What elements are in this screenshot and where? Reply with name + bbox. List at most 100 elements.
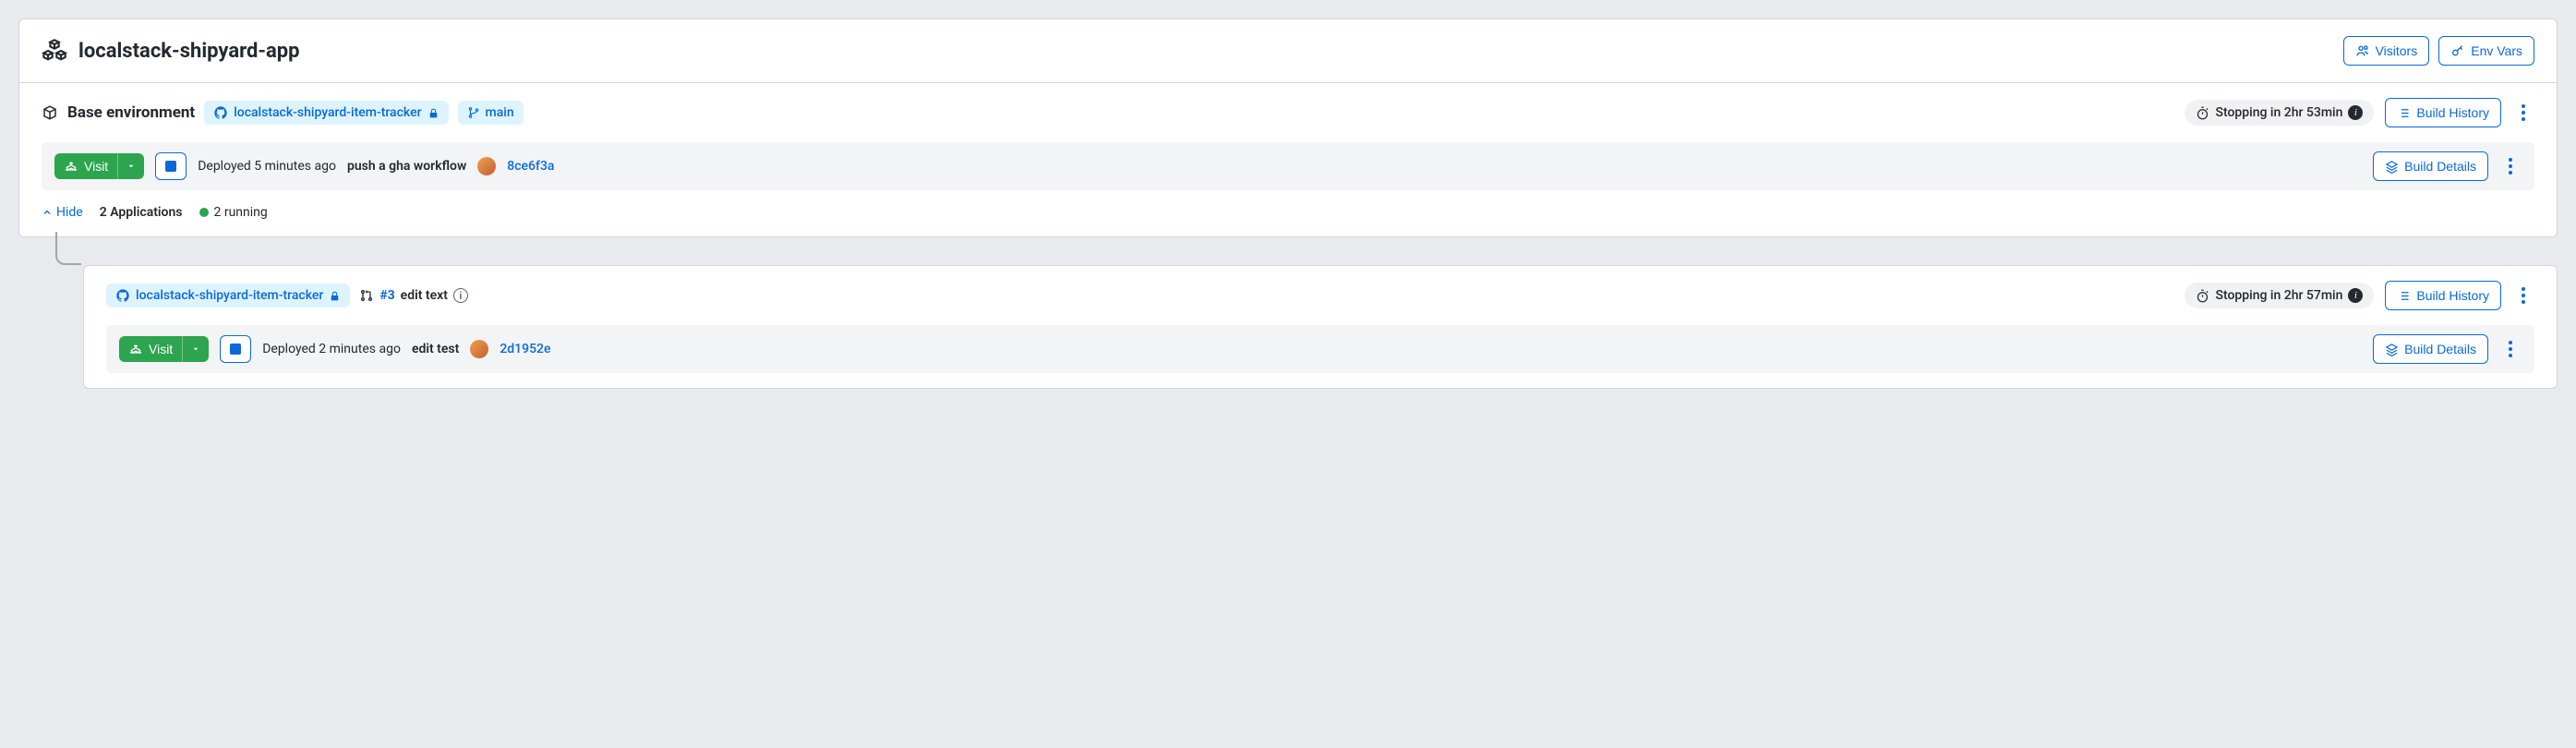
repo-name-base: localstack-shipyard-item-tracker: [234, 105, 421, 120]
hide-toggle[interactable]: Hide: [42, 205, 83, 220]
info-icon[interactable]: i: [2348, 105, 2363, 120]
connector-line: [55, 232, 81, 265]
repo-name-pr: localstack-shipyard-item-tracker: [136, 288, 323, 303]
app-title: localstack-shipyard-app: [78, 40, 300, 63]
kebab-menu-base[interactable]: [2512, 102, 2534, 124]
ship-icon: [128, 342, 143, 356]
pr-label[interactable]: #3 edit text i: [359, 288, 468, 303]
visit-button-pr[interactable]: Visit: [119, 336, 182, 362]
repo-chip-base[interactable]: localstack-shipyard-item-tracker: [204, 101, 448, 125]
cube-icon: [42, 104, 58, 121]
avatar-pr: [470, 340, 488, 358]
stop-button-base[interactable]: [155, 152, 187, 180]
commit-message-pr: edit test: [412, 342, 459, 356]
repo-chip-pr[interactable]: localstack-shipyard-item-tracker: [106, 284, 350, 308]
stop-button-pr[interactable]: [220, 335, 251, 363]
kebab-menu-pr[interactable]: [2512, 284, 2534, 307]
deploy-row-pr: Visit Deployed 2 minutes ago edit test 2…: [106, 325, 2534, 373]
stop-icon: [165, 161, 176, 172]
deployed-text-pr: Deployed 2 minutes ago: [262, 342, 401, 356]
build-history-label-pr: Build History: [2416, 288, 2489, 303]
deploy-row-base: Visit Deployed 5 minutes ago push a gha …: [42, 142, 2534, 190]
base-env-label: Base environment: [67, 103, 195, 122]
deploy-right-pr: Build Details: [2373, 334, 2522, 364]
apps-count: 2 Applications: [100, 205, 183, 220]
lock-icon: [329, 290, 341, 302]
stopping-text-base: Stopping in 2hr 53min: [2215, 105, 2342, 120]
pull-request-icon: [359, 288, 374, 303]
hide-row: Hide 2 Applications 2 running: [19, 205, 2557, 236]
info-icon-outline[interactable]: i: [453, 288, 468, 303]
build-history-label-base: Build History: [2416, 105, 2489, 120]
pr-title: edit text: [401, 288, 448, 303]
github-icon: [213, 105, 228, 120]
caret-down-icon: [191, 344, 200, 354]
commit-message-base: push a gha workflow: [347, 159, 466, 174]
list-icon: [2397, 106, 2411, 120]
pr-number: #3: [379, 288, 394, 303]
hide-label: Hide: [56, 205, 83, 220]
status-dot-green: [199, 208, 209, 217]
visit-caret-pr[interactable]: [182, 336, 209, 362]
build-details-button-pr[interactable]: Build Details: [2373, 334, 2488, 364]
pr-env-header: localstack-shipyard-item-tracker #3 edit…: [84, 266, 2557, 325]
branch-chip[interactable]: main: [458, 101, 524, 125]
layers-icon: [2385, 160, 2399, 174]
running-status: 2 running: [199, 205, 268, 220]
visit-button-base[interactable]: Visit: [54, 153, 117, 179]
branch-name: main: [486, 105, 514, 120]
build-history-button-base[interactable]: Build History: [2385, 98, 2501, 127]
branch-icon: [467, 106, 480, 119]
stopping-chip-pr: Stopping in 2hr 57min i: [2185, 283, 2374, 308]
caret-down-icon: [126, 162, 136, 171]
visit-group-base: Visit: [54, 153, 144, 179]
kebab-menu-deploy-pr[interactable]: [2499, 338, 2522, 360]
base-env-right: Stopping in 2hr 53min i Build History: [2185, 98, 2534, 127]
visit-group-pr: Visit: [119, 336, 209, 362]
list-icon: [2397, 289, 2411, 303]
stopping-text-pr: Stopping in 2hr 57min: [2215, 288, 2342, 303]
github-icon: [115, 288, 130, 303]
build-details-label-base: Build Details: [2404, 159, 2476, 174]
stopping-chip-base: Stopping in 2hr 53min i: [2185, 100, 2374, 126]
commit-hash-base[interactable]: 8ce6f3a: [507, 159, 554, 174]
header-actions: Visitors Env Vars: [2343, 36, 2534, 66]
avatar-base: [477, 157, 496, 175]
cubes-icon: [42, 38, 67, 64]
build-details-button-base[interactable]: Build Details: [2373, 151, 2488, 181]
app-card: localstack-shipyard-app Visitors Env Var…: [18, 18, 2558, 237]
base-env-header: Base environment localstack-shipyard-ite…: [19, 83, 2557, 142]
pr-env-left: localstack-shipyard-item-tracker #3 edit…: [106, 284, 468, 308]
key-icon: [2450, 43, 2465, 58]
info-icon[interactable]: i: [2348, 288, 2363, 303]
stop-icon: [230, 344, 241, 355]
build-details-label-pr: Build Details: [2404, 342, 2476, 356]
app-title-wrap: localstack-shipyard-app: [42, 38, 300, 64]
visitors-label: Visitors: [2376, 43, 2418, 58]
visit-label-base: Visit: [84, 159, 108, 174]
connector: [55, 237, 2558, 265]
deploy-left-pr: Visit Deployed 2 minutes ago edit test 2…: [119, 335, 551, 363]
visit-caret-base[interactable]: [117, 153, 144, 179]
stopwatch-icon: [2196, 106, 2209, 120]
build-history-button-pr[interactable]: Build History: [2385, 281, 2501, 310]
visitors-icon: [2355, 43, 2370, 58]
commit-hash-pr[interactable]: 2d1952e: [500, 342, 550, 356]
pr-env-right: Stopping in 2hr 57min i Build History: [2185, 281, 2534, 310]
kebab-menu-deploy-base[interactable]: [2499, 155, 2522, 177]
deploy-left-base: Visit Deployed 5 minutes ago push a gha …: [54, 152, 554, 180]
base-env-left: Base environment localstack-shipyard-ite…: [42, 101, 524, 125]
envvars-label: Env Vars: [2471, 43, 2522, 58]
pr-env-card: localstack-shipyard-item-tracker #3 edit…: [83, 265, 2558, 389]
chevron-up-icon: [42, 207, 53, 218]
deployed-text-base: Deployed 5 minutes ago: [198, 159, 336, 174]
app-header: localstack-shipyard-app Visitors Env Var…: [19, 19, 2557, 83]
visit-label-pr: Visit: [149, 342, 173, 356]
envvars-button[interactable]: Env Vars: [2438, 36, 2534, 66]
stopwatch-icon: [2196, 289, 2209, 303]
deploy-right-base: Build Details: [2373, 151, 2522, 181]
lock-icon: [427, 107, 439, 119]
ship-icon: [64, 159, 78, 174]
visitors-button[interactable]: Visitors: [2343, 36, 2430, 66]
running-text: 2 running: [214, 205, 268, 220]
